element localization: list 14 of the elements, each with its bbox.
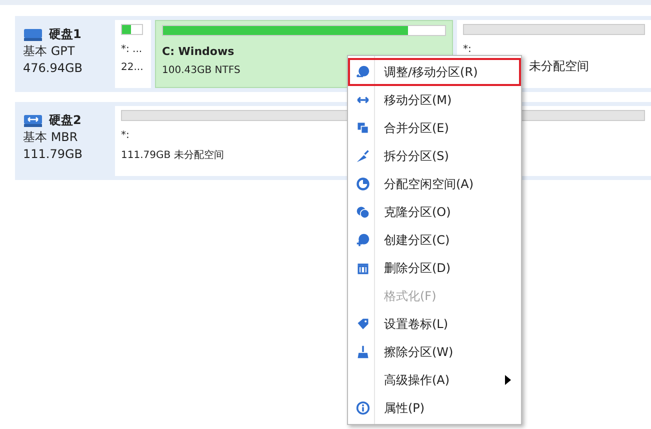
disk-type: 基本 MBR: [23, 129, 79, 146]
disk-name: 硬盘2: [49, 112, 82, 129]
disk-size: 476.94GB: [23, 60, 84, 77]
disk-type: 基本 GPT: [23, 43, 76, 60]
partition-label: *: ...: [121, 44, 142, 55]
partition-info: 未分配空间: [529, 58, 589, 75]
disk-name: 硬盘1: [49, 26, 82, 43]
partition-info: 22...: [121, 62, 144, 73]
partition-label: C: Windows: [162, 45, 234, 58]
partition-label: *:: [121, 130, 130, 141]
disk-size: 111.79GB: [23, 146, 84, 163]
partition-info: 111.79GB 未分配空间: [121, 148, 224, 162]
partition-info: 100.43GB NTFS: [162, 65, 240, 76]
partition-label: *:: [463, 44, 472, 55]
